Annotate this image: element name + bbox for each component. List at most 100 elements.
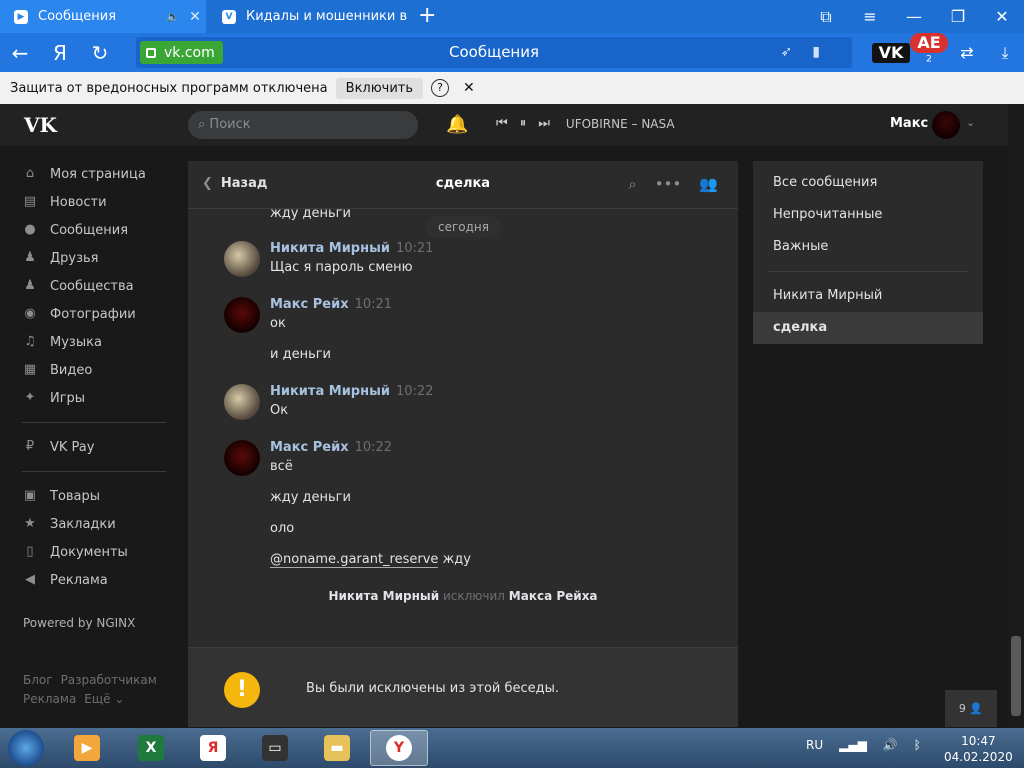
tab-title: Кидалы и мошенники в vk [246,9,408,24]
new-tab-button[interactable]: + [418,4,436,28]
sidebar-item-ads[interactable]: ◀ Реклама [22,566,172,594]
sidebar-item-groups[interactable]: ♟ Сообщества [22,272,172,300]
conversation-item-active[interactable]: сделка [753,312,983,344]
close-bar-icon[interactable]: ✕ [463,80,475,96]
volume-icon[interactable]: 🔊 [883,738,898,752]
filter-all-messages[interactable]: Все сообщения [753,167,983,199]
avatar[interactable] [224,384,260,420]
search-input[interactable]: ⌕ Поиск [188,111,418,139]
user-name[interactable]: Макс [890,116,928,131]
bell-icon[interactable]: 🔔 [446,114,468,135]
message-author[interactable]: Макс Рейх 10:22 [270,440,710,455]
bookmark-icon[interactable]: ▮ [812,44,840,60]
nav-divider [22,471,166,472]
message-time: 10:21 [354,297,393,312]
taskbar-excel[interactable]: X [122,730,180,766]
bookmarks-icon[interactable]: ⧉ [804,7,848,27]
sidebar-item-goods[interactable]: ▣ Товары [22,482,172,510]
track-title[interactable]: UFOBIRNE – NASA [566,117,675,131]
tab-messages[interactable]: ▶ Сообщения 🔈 ✕ [0,0,206,33]
members-icon[interactable]: 👥 [699,175,718,193]
footer-more-link[interactable]: Ещё ⌄ [84,692,124,706]
language-indicator[interactable]: RU [806,738,823,752]
camera-icon: ◉ [24,306,36,321]
enable-protection-button[interactable]: Включить [335,77,424,99]
sidebar-item-bookmarks[interactable]: ★ Закладки [22,510,172,538]
filter-important[interactable]: Важные [753,231,983,263]
minimize-icon[interactable]: — [892,7,936,26]
taskbar-yandex-browser[interactable]: Y [370,730,428,766]
sidebar-item-video[interactable]: ▦ Видео [22,356,172,384]
network-icon[interactable]: ▂▄▆ [839,738,867,752]
sidebar-item-documents[interactable]: ▯ Документы [22,538,172,566]
system-actor[interactable]: Никита Мирный [328,589,439,603]
search-icon[interactable]: ⌕ [628,175,636,193]
ae-extension-icon[interactable]: AE2 [910,33,948,72]
filter-unread[interactable]: Непрочитанные [753,199,983,231]
sidebar-item-music[interactable]: ♫ Музыка [22,328,172,356]
download-icon[interactable]: ⤓ [986,43,1024,63]
online-counter[interactable]: 9 👤 [945,690,997,727]
translate-icon[interactable]: ⇄ [948,43,986,62]
star-icon: ★ [24,516,36,531]
prev-track-icon[interactable]: ⏮ [496,116,508,131]
url-field[interactable]: vk.com Сообщения ➶▮ [136,37,852,68]
taskbar-explorer[interactable]: ▬ [308,730,366,766]
close-tab-icon[interactable]: ✕ [184,9,206,25]
message-author[interactable]: Макс Рейх 10:21 [270,297,710,312]
avatar[interactable] [224,440,260,476]
yandex-icon: Я [200,735,226,761]
message-author[interactable]: Никита Мирный 10:22 [270,384,710,399]
taskbar-media-player[interactable]: ▶ [58,730,116,766]
taskbar-video[interactable]: ▭ [246,730,304,766]
next-track-icon[interactable]: ⏭ [538,116,550,131]
sidebar-item-my-page[interactable]: ⌂ Моя страница [22,160,172,188]
menu-icon[interactable]: ≡ [848,7,892,26]
avatar[interactable] [224,297,260,333]
vk-extension-icon[interactable]: VK [872,42,910,63]
extensions: VK AE2 ⇄ ⤓ [872,33,1024,72]
sidebar-item-games[interactable]: ✦ Игры [22,384,172,412]
avatar[interactable] [224,241,260,277]
document-icon: ▯ [26,544,34,559]
message-text: ок [270,316,286,331]
message-text: @noname.garant_reserve жду [270,552,710,570]
scrollbar-thumb[interactable] [1011,636,1021,716]
sidebar-item-news[interactable]: ▤ Новости [22,188,172,216]
footer-blog-link[interactable]: Блог [23,673,53,687]
chevron-down-icon[interactable]: ⌄ [966,116,975,129]
footer-ads-link[interactable]: Реклама [23,692,76,706]
nav-divider [22,422,166,423]
yandex-icon[interactable]: Я [40,41,80,65]
rocket-icon[interactable]: ➶ [781,44,813,60]
reload-icon[interactable]: ↻ [80,41,120,65]
back-arrow-icon[interactable]: ← [0,41,40,65]
page-scrollbar[interactable] [1008,104,1024,728]
mention-link[interactable]: @noname.garant_reserve [270,552,439,568]
sidebar-item-messages[interactable]: ● Сообщения [22,216,172,244]
help-icon[interactable]: ? [431,79,450,97]
maximize-icon[interactable]: ❐ [936,7,980,26]
news-icon: ▤ [23,194,37,209]
system-target[interactable]: Макса Рейха [509,589,598,603]
conversation-item[interactable]: Никита Мирный [753,280,983,312]
sidebar-item-friends[interactable]: ♟ Друзья [22,244,172,272]
protection-text: Защита от вредоносных программ отключена [10,80,328,96]
sidebar-item-photos[interactable]: ◉ Фотографии [22,300,172,328]
sidebar-item-vkpay[interactable]: ₽ VK Pay [22,433,172,461]
start-button[interactable] [8,730,44,766]
vk-logo[interactable]: VK [24,113,57,137]
avatar[interactable] [932,111,960,139]
footer-devs-link[interactable]: Разработчикам [61,673,157,687]
speaker-icon[interactable]: 🔈 [166,10,180,23]
tab-scammers[interactable]: V Кидалы и мошенники в vk [208,0,408,33]
close-window-icon[interactable]: ✕ [980,7,1024,26]
taskbar-yandex[interactable]: Я [184,730,242,766]
clock-date: 04.02.2020 [944,750,1013,764]
audio-player: ⏮ ⏸ ⏭ UFOBIRNE – NASA [496,116,675,131]
pause-icon[interactable]: ⏸ [520,116,527,131]
message-author[interactable]: Никита Мирный 10:21 [270,241,710,256]
bluetooth-icon[interactable]: ᛒ [914,738,921,752]
more-icon[interactable]: ••• [655,175,682,193]
clock[interactable]: 10:47 04.02.2020 [944,733,1013,765]
